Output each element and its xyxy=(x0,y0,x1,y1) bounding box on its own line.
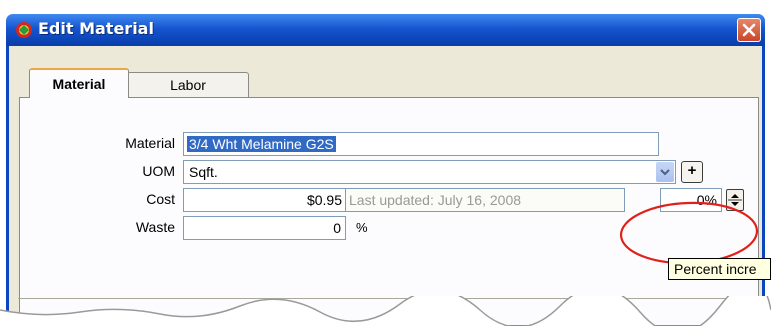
tooltip-text: Percent incre xyxy=(674,261,757,277)
highlight-circle xyxy=(619,201,759,265)
torn-edge xyxy=(0,296,771,326)
percent-tooltip: Percent incre xyxy=(668,258,771,280)
tab-material-label: Material xyxy=(52,76,106,92)
tab-material[interactable]: Material xyxy=(29,68,129,98)
